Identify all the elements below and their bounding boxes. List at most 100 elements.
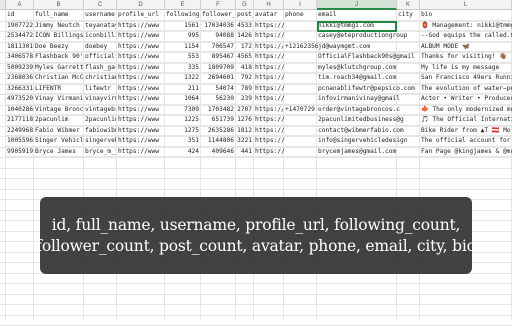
cell-email[interactable]: brycemjames@gmail.com (317, 147, 397, 157)
column-header-l[interactable]: L (420, 0, 512, 10)
cell-avatar[interactable]: avatar (254, 10, 284, 21)
cell-username[interactable]: flash_gar (84, 62, 117, 73)
cell-city[interactable] (397, 41, 420, 52)
cell-city[interactable] (397, 94, 420, 105)
cell-follower-count[interactable]: 706547 (201, 41, 236, 52)
cell-email[interactable]: contact@wibmerfabio.com (317, 126, 404, 136)
cell-post-count[interactable]: 3221 (236, 136, 254, 147)
cell-username[interactable]: 2pacunlimi (84, 115, 117, 126)
cell-following-count[interactable]: 351 (165, 136, 201, 147)
column-header-a[interactable]: A (6, 0, 34, 10)
cell-bio[interactable]: San Francisco 49ers Running (420, 73, 512, 84)
column-header-j[interactable]: J (317, 0, 397, 10)
cell-city[interactable] (397, 73, 420, 84)
cell-following-count[interactable]: 1322 (165, 73, 201, 84)
cell-post-count[interactable]: 792 (236, 73, 254, 84)
cell-follower-count[interactable]: 2635286 (201, 125, 236, 136)
cell-username[interactable]: vinayvirma (84, 94, 117, 105)
cell-bio[interactable]: ALBUM MODE 🦋 (420, 42, 512, 52)
cell-avatar[interactable]: https:// (254, 73, 285, 84)
cell-phone[interactable]: phone (284, 10, 317, 21)
cell-bio[interactable]: The official account for S (420, 136, 512, 147)
cell-following-count[interactable]: 1154 (165, 41, 201, 52)
cell-city[interactable] (397, 104, 420, 115)
cell-following-count[interactable]: following_count (165, 10, 201, 21)
cell-profile-url[interactable]: https://www (117, 125, 165, 136)
cell-post-count[interactable]: 1812 (236, 125, 254, 136)
cell-avatar[interactable]: https:// (254, 41, 284, 52)
cell-bio[interactable]: My life is my message (420, 63, 512, 73)
cell-profile-url[interactable]: https://www (117, 73, 165, 84)
cell-username[interactable]: fabiowibmer (84, 125, 117, 136)
cell-follower-count[interactable]: 895467 (201, 52, 236, 63)
cell-profile-url[interactable]: https://www (117, 115, 165, 126)
cell-username[interactable]: iconbillings (84, 31, 117, 42)
cell-full-name[interactable]: Vintage Bronco (34, 104, 84, 115)
cell-profile-url[interactable]: https://www (117, 104, 165, 115)
cell-bio[interactable]: Thanks for visiting! 👋🏾 (420, 52, 512, 63)
cell-id[interactable]: 21771188 (6, 115, 34, 126)
cell-follower-count[interactable]: 56230 (201, 94, 236, 105)
cell-profile-url[interactable]: https://www (117, 136, 165, 147)
cell-bio[interactable]: 🏮 Management: nikki@tmmgi.com (420, 21, 512, 31)
cell-email[interactable]: 2pacunlimitedbusiness@g (317, 115, 404, 126)
column-header-h[interactable]: H (254, 0, 284, 10)
cell-phone[interactable] (284, 63, 317, 73)
cell-bio[interactable]: Bike Rider from ▲T 🇦🇹 Mo (420, 126, 512, 136)
cell-id[interactable]: 10055964 (6, 136, 34, 147)
cell-post-count[interactable]: 789 (236, 83, 254, 94)
cell-username[interactable]: officialf (84, 52, 117, 63)
cell-follower-count[interactable]: 1703482 (201, 104, 236, 115)
cell-id[interactable]: 18113017 (6, 41, 34, 52)
cell-id[interactable]: 19077223 (6, 20, 34, 31)
cell-id[interactable]: 22499684 (6, 125, 34, 136)
cell-id[interactable]: 34065783 (6, 52, 34, 63)
cell-full-name[interactable]: LIFENTR (34, 83, 84, 94)
cell-phone[interactable] (284, 84, 317, 94)
cell-username[interactable]: bryce_m_jh (84, 146, 117, 157)
cell-id[interactable]: 99059195 (6, 146, 34, 157)
cell-following-count[interactable]: 1275 (165, 125, 201, 136)
cell-following-count[interactable]: 211 (165, 83, 201, 94)
cell-avatar[interactable]: https:// (254, 126, 285, 136)
cell-following-count[interactable]: 1064 (165, 94, 201, 105)
column-header-k[interactable]: K (397, 0, 420, 10)
cell-follower-count[interactable]: 54074 (201, 83, 236, 94)
cell-profile-url[interactable]: https://www (117, 41, 165, 52)
column-header-f[interactable]: F (201, 0, 236, 10)
cell-id[interactable]: 23680360 (6, 73, 34, 84)
cell-email[interactable]: myles@klutchgroup.com (317, 63, 397, 73)
cell-following-count[interactable]: 424 (165, 146, 201, 157)
cell-follower-count[interactable]: follower_count (201, 10, 236, 21)
cell-profile-url[interactable]: https://www (117, 52, 165, 63)
cell-follower-count[interactable]: 1144806 (201, 136, 236, 147)
column-header-c[interactable]: C (84, 0, 117, 10)
cell-full-name[interactable]: Myles Garrett (34, 62, 84, 73)
cell-phone[interactable] (284, 136, 317, 147)
cell-phone[interactable] (284, 147, 317, 157)
cell-full-name[interactable]: Vinay Virmani (34, 94, 84, 105)
cell-bio[interactable]: 🎵 The Official Internatio (420, 115, 512, 126)
cell-email[interactable]: info@singervehicledesign (317, 136, 407, 147)
cell-id[interactable]: 10402867 (6, 104, 34, 115)
cell-username[interactable]: lifewtr (84, 83, 117, 94)
cell-following-count[interactable]: 1561 (165, 20, 201, 31)
cell-city[interactable] (397, 62, 420, 73)
cell-post-count[interactable]: 239 (236, 94, 254, 105)
cell-following-count[interactable]: 995 (165, 31, 201, 42)
cell-profile-url[interactable]: https://www (117, 31, 165, 42)
cell-post-count[interactable]: 172 (236, 41, 254, 52)
cell-following-count[interactable]: 7309 (165, 104, 201, 115)
cell-following-count[interactable]: 553 (165, 52, 201, 63)
cell-phone[interactable] (284, 115, 317, 126)
cell-phone[interactable] (284, 73, 317, 84)
cell-profile-url[interactable]: https://www (117, 62, 165, 73)
column-header-g[interactable]: G (236, 0, 254, 10)
column-header-e[interactable]: E (165, 0, 201, 10)
cell-follower-count[interactable]: 1809709 (201, 62, 236, 73)
cell-id[interactable]: 50092395 (6, 62, 34, 73)
cell-follower-count[interactable]: 17034036 (201, 20, 236, 31)
cell-city[interactable] (397, 146, 420, 157)
cell-full-name[interactable]: Christian McC (34, 73, 84, 84)
cell-bio[interactable]: Fan Page @kingjames & @mr (420, 147, 512, 157)
